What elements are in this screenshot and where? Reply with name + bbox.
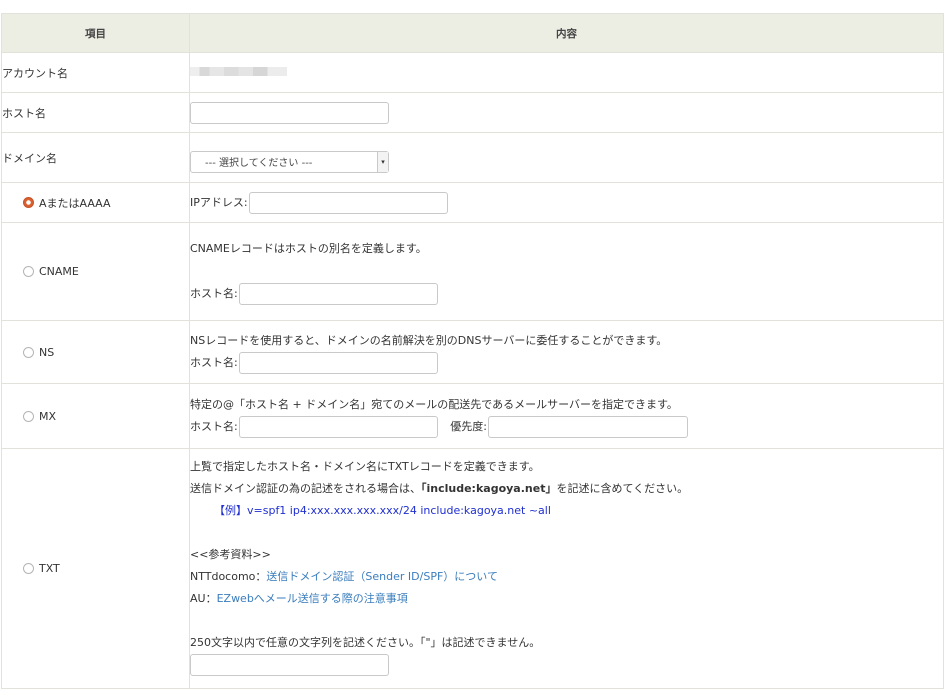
mx-priority-input[interactable] <box>487 416 688 438</box>
txt-description-2: 送信ドメイン認証の為の記述をされる場合は、「include:kagoya.net… <box>190 478 943 500</box>
ip-address-input[interactable] <box>248 191 448 214</box>
record-ns-row: NS NSレコードを使用すると、ドメインの名前解決を別のDNSサーバーに委任する… <box>1 320 944 384</box>
txt-desc2-post: を記述に含めてください。 <box>556 482 689 495</box>
mx-description: 特定の@「ホスト名 + ドメイン名」宛てのメールの配送先であるメールサーバーを指… <box>190 398 678 411</box>
record-mx-row: MX 特定の@「ホスト名 + ドメイン名」宛てのメールの配送先であるメールサーバ… <box>1 383 944 449</box>
record-txt-row: TXT 上覧で指定したホスト名・ドメイン名にTXTレコードを定義できます。 送信… <box>1 448 944 689</box>
mx-host-input[interactable] <box>238 416 438 438</box>
domain-label: ドメイン名 <box>1 132 190 183</box>
record-ns-radio[interactable] <box>23 346 34 358</box>
dns-record-form-table: 項目 内容 アカウント名 ホスト名 ドメイン名 --- 選択してください ---… <box>1 13 944 689</box>
domain-select-value: --- 選択してください --- <box>205 158 313 169</box>
ns-host-input[interactable] <box>238 352 438 374</box>
txt-limit-note: 250文字以内で任意の文字列を記述ください。「"」は記述できません。 <box>190 636 541 649</box>
cname-host-input[interactable] <box>238 283 438 305</box>
cname-host-label: ホスト名: <box>190 287 238 300</box>
header-item: 項目 <box>1 13 190 53</box>
txt-desc2-pre: 送信ドメイン認証の為の記述をされる場合は、 <box>190 482 421 495</box>
ns-host-label: ホスト名: <box>190 356 238 369</box>
mx-host-label: ホスト名: <box>190 420 238 433</box>
record-a-row: AまたはAAAA IPアドレス: <box>1 182 944 223</box>
account-label: アカウント名 <box>1 52 190 93</box>
record-mx-radio[interactable] <box>23 410 34 422</box>
chevron-down-icon: ▾ <box>377 151 388 172</box>
txt-description-1: 上覧で指定したホスト名・ドメイン名にTXTレコードを定義できます。 <box>190 460 540 473</box>
host-input[interactable] <box>190 101 389 124</box>
header-content: 内容 <box>189 13 944 53</box>
record-txt-label: TXT <box>39 562 60 575</box>
account-name-masked <box>190 67 287 76</box>
ref-title: <<参考資料>> <box>190 548 271 561</box>
txt-value-input[interactable] <box>190 654 389 676</box>
mx-priority-label: 優先度: <box>450 420 487 433</box>
host-row: ホスト名 <box>1 92 944 133</box>
ref2-prefix: AU： <box>190 592 217 605</box>
record-cname-row: CNAME CNAMEレコードはホストの別名を定義します。 ホスト名: <box>1 222 944 321</box>
header-row: 項目 内容 <box>1 13 944 53</box>
record-txt-radio[interactable] <box>23 563 34 574</box>
record-cname-radio[interactable] <box>23 266 34 277</box>
record-mx-label: MX <box>39 409 57 423</box>
domain-select[interactable]: --- 選択してください --- ▾ <box>190 150 389 173</box>
ns-description: NSレコードを使用すると、ドメインの名前解決を別のDNSサーバーに委任することが… <box>190 334 668 347</box>
ref1-prefix: NTTdocomo： <box>190 570 267 583</box>
account-row: アカウント名 <box>1 52 944 93</box>
record-cname-label: CNAME <box>39 265 79 278</box>
domain-row: ドメイン名 --- 選択してください --- ▾ <box>1 132 944 183</box>
record-a-label: AまたはAAAA <box>39 196 111 210</box>
cname-description: CNAMEレコードはホストの別名を定義します。 <box>190 242 427 255</box>
record-ns-label: NS <box>39 345 55 359</box>
txt-example: 【例】v=spf1 ip4:xxx.xxx.xxx.xxx/24 include… <box>214 504 551 517</box>
ip-address-label: IPアドレス: <box>190 195 248 209</box>
host-label: ホスト名 <box>1 92 190 133</box>
ezweb-notes-link[interactable]: EZwebへメール送信する際の注意事項 <box>217 592 408 605</box>
txt-desc2-bold: 「include:kagoya.net」 <box>421 482 557 495</box>
record-a-radio[interactable] <box>23 197 34 208</box>
docomo-spf-link[interactable]: 送信ドメイン認証（Sender ID/SPF）について <box>266 570 498 583</box>
